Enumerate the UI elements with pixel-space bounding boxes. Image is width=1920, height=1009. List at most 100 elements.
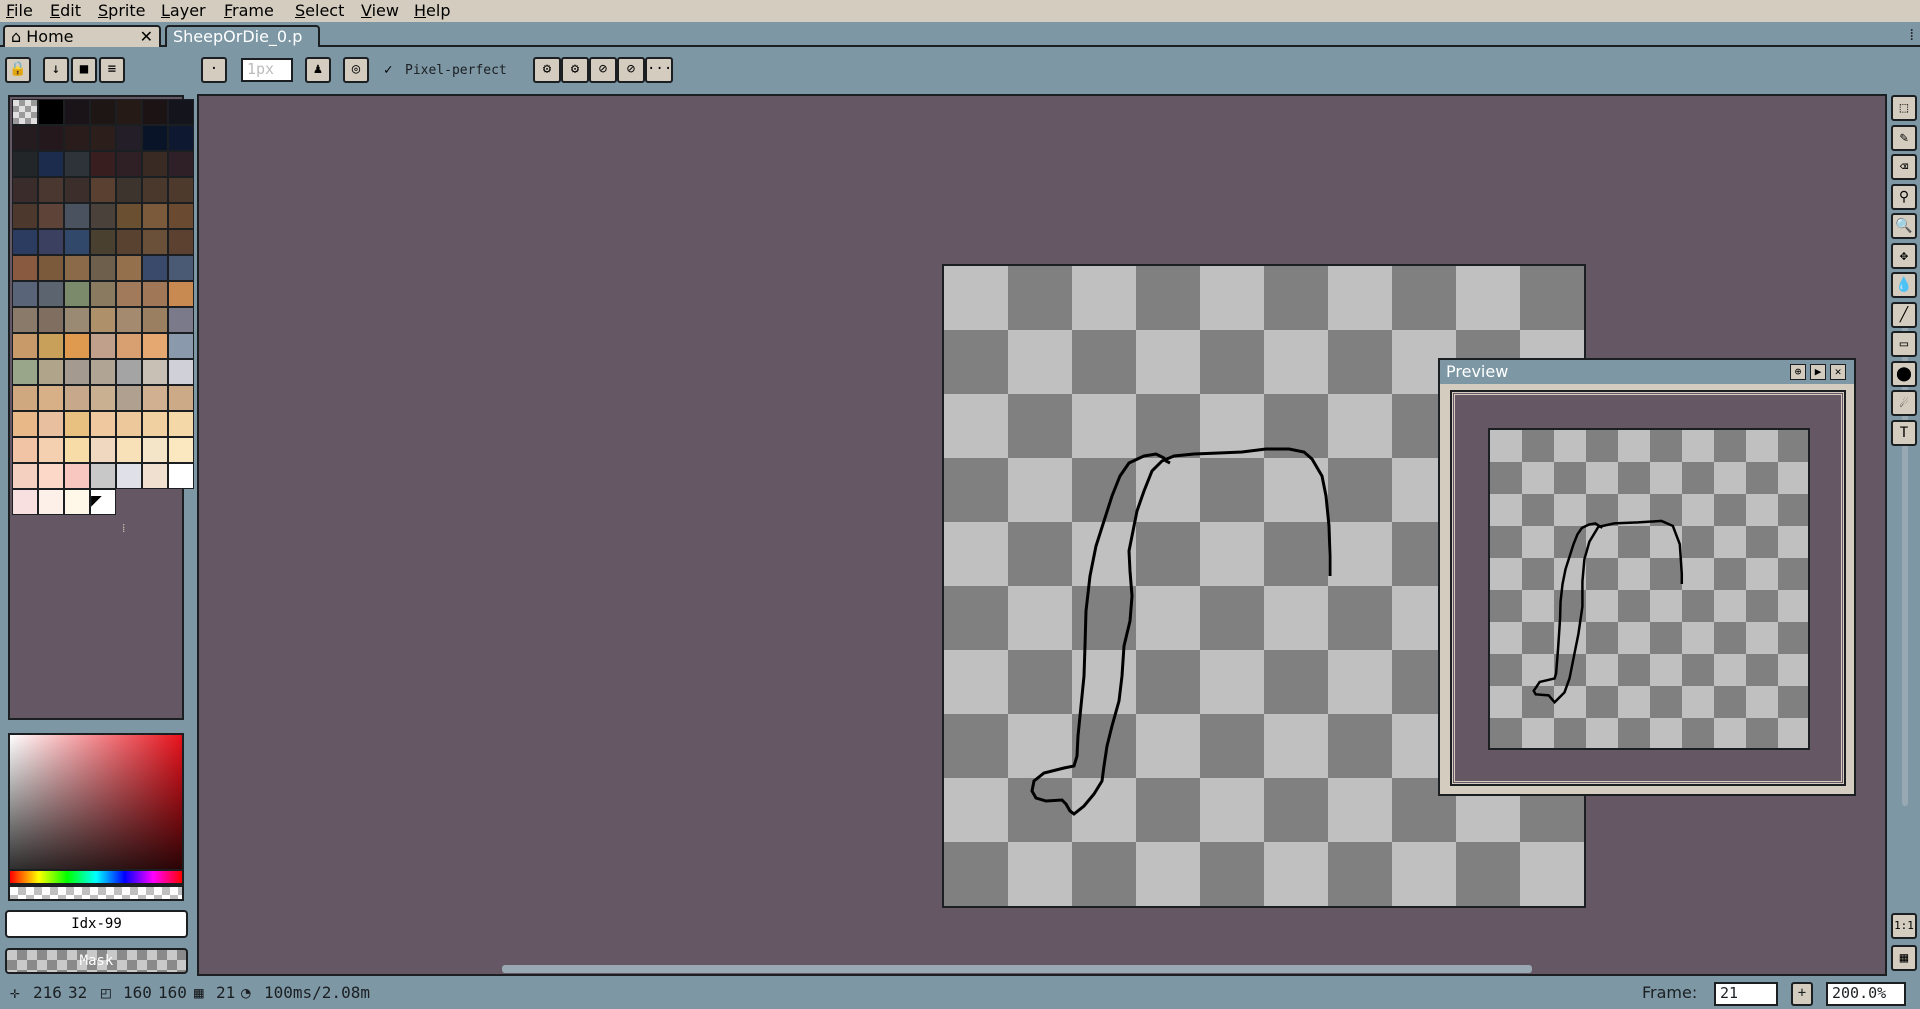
down-arrow-icon[interactable]: ↓ [43,57,69,83]
palette-swatch[interactable]: ◤ [90,489,116,515]
palette-swatch[interactable] [168,255,194,281]
palette-swatch[interactable] [38,489,64,515]
timeline-icon[interactable]: ▦ [1891,945,1917,971]
palette-swatch[interactable] [168,99,194,125]
close-icon[interactable]: ✕ [140,27,153,47]
menu-view[interactable]: View [361,1,399,20]
palette-swatch[interactable] [168,203,194,229]
palette-swatch[interactable] [12,125,38,151]
palette-swatch[interactable] [12,463,38,489]
palette-swatch[interactable] [38,99,64,125]
palette-swatch[interactable] [116,151,142,177]
frame-input[interactable]: 21 [1714,982,1778,1006]
palette-swatch[interactable] [64,437,90,463]
palette-swatch[interactable] [64,333,90,359]
palette-swatch[interactable] [64,489,90,515]
palette-swatch[interactable] [38,359,64,385]
palette-swatch[interactable] [38,437,64,463]
palette-swatch[interactable] [12,151,38,177]
menu-lines-icon[interactable]: ≡ [99,57,125,83]
palette-swatch[interactable] [64,359,90,385]
palette-swatch[interactable] [116,203,142,229]
palette-swatch[interactable] [116,411,142,437]
palette-swatch[interactable] [90,203,116,229]
lock-icon[interactable]: 🔒 [5,57,31,83]
palette-swatch[interactable] [38,385,64,411]
stabilizer-icon-2[interactable]: ⚙ [561,57,589,83]
alpha-slider[interactable] [8,885,184,901]
palette-swatch[interactable] [142,463,168,489]
horizontal-scrollbar[interactable] [502,965,1532,973]
text-icon[interactable]: T [1891,419,1917,446]
palette-swatch[interactable] [116,359,142,385]
palette-swatch[interactable] [142,151,168,177]
menu-help[interactable]: Help [414,1,450,20]
palette-swatch[interactable] [38,463,64,489]
palette-swatch[interactable] [90,411,116,437]
palette-swatch[interactable] [142,307,168,333]
palette-swatch[interactable] [12,333,38,359]
spray-icon[interactable]: ☄ [1891,390,1917,416]
palette-swatch[interactable] [64,463,90,489]
palette-swatch[interactable] [142,203,168,229]
menu-frame[interactable]: Frame [224,1,274,20]
pin-icon[interactable]: ⊕ [1790,364,1806,380]
pencil-icon[interactable]: ✎ [1891,124,1917,151]
ink-icon[interactable]: ♟ [305,57,331,83]
menu-select[interactable]: Select [295,1,344,20]
palette-swatch[interactable] [90,281,116,307]
menu-edit[interactable]: Edit [50,1,81,20]
palette-swatch[interactable] [142,255,168,281]
palette-swatch[interactable] [168,359,194,385]
palette-swatch[interactable] [90,255,116,281]
palette-swatch[interactable] [142,281,168,307]
palette-swatch[interactable] [64,385,90,411]
palette-swatch[interactable] [90,307,116,333]
palette-swatch[interactable] [90,463,116,489]
zoom-input[interactable]: 200.0% [1826,982,1906,1006]
preview-viewport[interactable] [1450,390,1846,786]
preview-window[interactable]: Preview ⊕ ▶ ✕ [1438,358,1856,796]
play-icon[interactable]: ▶ [1810,364,1826,380]
palette-swatch[interactable] [64,99,90,125]
palette-swatch[interactable] [12,203,38,229]
palette-swatch[interactable] [116,333,142,359]
palette-swatch[interactable] [38,411,64,437]
palette-swatch[interactable] [64,203,90,229]
ellipse-icon[interactable]: ⬤ [1891,360,1917,387]
palette-swatch[interactable] [64,281,90,307]
palette-swatch[interactable] [12,385,38,411]
brush-type-button[interactable]: · [201,57,227,83]
palette-swatch[interactable] [12,411,38,437]
one-to-one-button[interactable]: 1:1 [1891,913,1917,939]
brush-size-input[interactable]: 1px [241,58,293,82]
palette-swatch[interactable] [90,385,116,411]
palette-swatch[interactable] [142,229,168,255]
zoom-icon[interactable]: 🔍 [1891,213,1917,239]
palette-resize-grip[interactable]: ⁞ [122,521,125,536]
palette-swatch[interactable] [12,489,38,515]
rectangle-icon[interactable]: ▭ [1891,331,1917,357]
palette-swatch[interactable] [38,151,64,177]
palette-swatch[interactable] [12,307,38,333]
palette-swatch[interactable] [38,255,64,281]
palette-swatch[interactable] [116,437,142,463]
menu-file[interactable]: File [6,1,33,20]
palette-swatch[interactable] [142,359,168,385]
tab-home[interactable]: ⌂ Home ✕ [3,25,161,47]
palette-swatch[interactable] [90,437,116,463]
symmetry-icon[interactable]: ◎ [343,57,369,83]
palette-swatch[interactable] [38,125,64,151]
more-options-button[interactable]: ··· [645,57,673,83]
palette-swatch[interactable] [64,307,90,333]
palette-swatch[interactable] [90,359,116,385]
palette-swatch[interactable] [168,385,194,411]
add-frame-button[interactable]: + [1791,982,1813,1006]
palette-swatch[interactable] [12,281,38,307]
palette-swatch[interactable] [64,125,90,151]
palette-swatch[interactable] [142,437,168,463]
palette-swatch[interactable] [168,151,194,177]
palette-swatch[interactable] [168,177,194,203]
palette-swatch[interactable] [90,229,116,255]
palette-swatch[interactable] [12,99,38,125]
